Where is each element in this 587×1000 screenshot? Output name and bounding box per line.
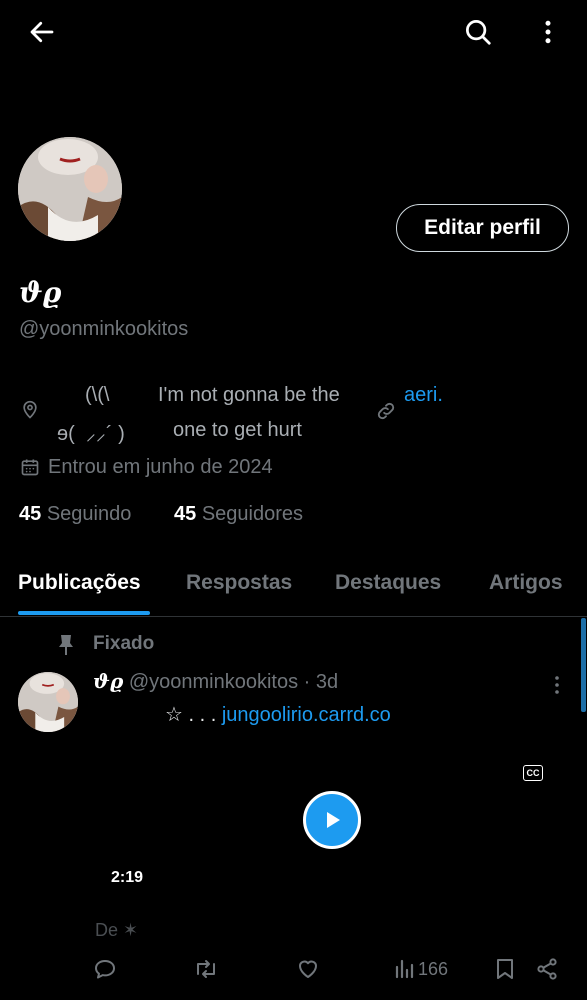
arrow-left-icon <box>30 21 54 43</box>
followers-label: Seguidores <box>201 503 303 525</box>
post-more-icon[interactable] <box>548 674 566 696</box>
post-author-avatar[interactable] <box>18 672 78 732</box>
search-button[interactable] <box>460 14 496 50</box>
reply-icon <box>95 960 115 979</box>
views-icon <box>395 959 414 979</box>
tab-artigos[interactable]: Artigos <box>489 571 563 595</box>
location-icon <box>23 400 37 419</box>
post-text: ☆ . . . jungoolirio.carrd.co <box>165 702 391 727</box>
tab-destaques[interactable]: Destaques <box>335 571 441 595</box>
reply-button[interactable] <box>93 955 117 983</box>
play-icon <box>327 812 340 828</box>
active-tab-indicator <box>18 611 150 615</box>
profile-handle: @yoonminkookitos <box>19 318 189 340</box>
heart-icon <box>299 960 317 978</box>
share-button[interactable] <box>536 955 558 983</box>
post-author-name: ϑϱ <box>93 669 124 693</box>
post-text-prefix: ☆ . . . <box>165 704 222 726</box>
play-button[interactable] <box>303 791 361 849</box>
followers-number: 45 <box>174 503 197 525</box>
video-duration: 2:19 <box>111 869 144 886</box>
like-button[interactable] <box>296 955 320 983</box>
calendar-icon <box>21 459 39 476</box>
views-button[interactable]: 166 <box>394 955 448 983</box>
search-icon <box>466 20 491 45</box>
following-count[interactable]: 45 Seguindo <box>19 503 131 526</box>
share-icon <box>537 958 557 980</box>
bio-kaomoji-line1: (\(\ <box>85 384 110 406</box>
post-header[interactable]: ϑϱ @yoonminkookitos · 3d <box>93 669 338 694</box>
bookmark-button[interactable] <box>495 955 515 983</box>
tab-divider <box>0 616 587 617</box>
following-label: Seguindo <box>46 503 132 525</box>
captions-button[interactable]: CC <box>523 765 543 781</box>
views-count: 166 <box>418 958 449 979</box>
link-icon <box>377 402 395 420</box>
repost-icon <box>197 960 215 978</box>
display-name: ϑϱ <box>19 276 62 309</box>
edit-profile-button[interactable]: Editar perfil <box>396 204 569 252</box>
bookmark-icon <box>497 959 513 979</box>
pinned-label: Fixado <box>93 633 155 654</box>
repost-button[interactable] <box>193 955 219 983</box>
more-vertical-icon <box>545 20 551 44</box>
profile-avatar[interactable] <box>18 137 122 241</box>
back-button[interactable] <box>24 14 60 50</box>
scrollbar[interactable] <box>581 618 586 712</box>
bio-text-line1: I'm not gonna be the <box>158 384 340 406</box>
tab-respostas[interactable]: Respostas <box>186 571 292 595</box>
bio-text-line2: one to get hurt <box>173 419 302 441</box>
bio-kaomoji-line2: ɘ( ⸝⸝´ ) <box>57 423 125 445</box>
post-author-handle-time: @yoonminkookitos · 3d <box>128 671 339 693</box>
followers-count[interactable]: 45 Seguidores <box>174 503 303 526</box>
post-link[interactable]: jungoolirio.carrd.co <box>222 704 391 726</box>
following-number: 45 <box>19 503 42 525</box>
profile-website-link[interactable]: aeri. <box>404 384 443 407</box>
more-options-button[interactable] <box>530 14 566 50</box>
joined-date: Entrou em junho de 2024 <box>48 456 273 478</box>
post-caption: De ✶ <box>95 920 139 940</box>
pin-icon <box>59 635 73 655</box>
tab-publicacoes[interactable]: Publicações <box>18 571 141 595</box>
